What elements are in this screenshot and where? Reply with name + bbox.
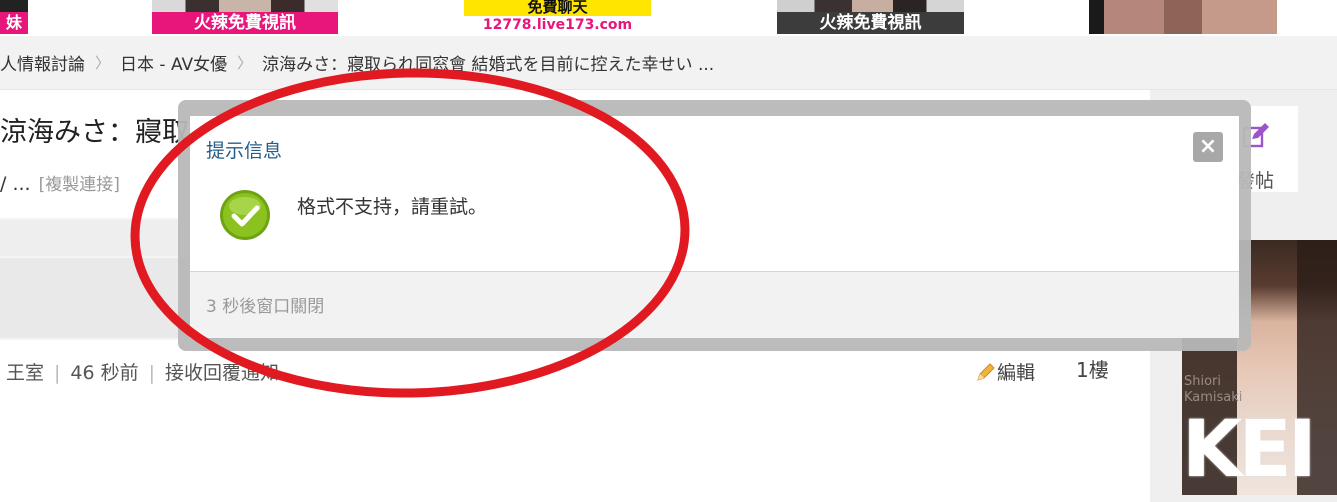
breadcrumb-item[interactable]: 涼海みさ：寢取られ同窓會 結婚式を目前に控えた幸せい ...: [262, 50, 714, 75]
dialog-title: 提示信息: [206, 140, 283, 162]
post-subtitle-text: / ...: [0, 173, 31, 195]
ad-model-name: Shiori Kamisaki: [1184, 374, 1242, 406]
banner-ad-url: 12778.live173.com: [464, 16, 651, 34]
top-banner: 妹 火辣免費視訊 免費聊天 12778.live173.com 火辣免費視訊: [0, 0, 1337, 36]
post-subtitle: / ... [複製連接]: [0, 170, 120, 195]
dialog-footer: 3 秒後窗口關閉: [190, 271, 1239, 338]
post-time: 46 秒前: [70, 362, 139, 384]
post-meta: 王室 | 46 秒前 | 接收回覆通知: [6, 358, 279, 385]
page-title: 涼海みさ：寢取: [0, 117, 189, 148]
breadcrumb: 人情報討論 〉 日本 - AV女優 〉 涼海みさ：寢取られ同窓會 結婚式を目前に…: [0, 36, 1337, 90]
banner-ad[interactable]: 妹: [0, 0, 28, 34]
breadcrumb-item[interactable]: 日本 - AV女優: [120, 50, 227, 75]
separator: |: [148, 362, 156, 384]
banner-ad-caption: 火辣免費視訊: [777, 12, 964, 34]
author-group[interactable]: 王室: [6, 362, 44, 384]
copy-link-button[interactable]: [複製連接]: [39, 175, 120, 195]
edit-label: 編輯: [997, 362, 1036, 384]
banner-ad-caption: 免費聊天: [464, 0, 651, 16]
message-dialog: 提示信息 × 格式不支持，請重試。 3 秒後窗口關閉: [190, 116, 1239, 338]
close-countdown: 3 秒後窗口關閉: [206, 297, 325, 317]
post-body: 王室 | 46 秒前 | 接收回覆通知 編輯 1樓: [0, 340, 1150, 502]
breadcrumb-item[interactable]: 人情報討論: [0, 50, 85, 75]
banner-ad[interactable]: 火辣免費視訊: [777, 0, 964, 34]
close-button[interactable]: ×: [1193, 132, 1223, 162]
banner-ad-caption: 妹: [0, 12, 28, 34]
edit-button[interactable]: 編輯: [975, 358, 1035, 385]
separator: |: [54, 362, 61, 384]
success-check-icon: [220, 190, 270, 240]
reply-notify-link[interactable]: 接收回覆通知: [165, 362, 279, 384]
banner-ad[interactable]: 火辣免費視訊: [152, 0, 338, 34]
ad-model-name-line: Shiori: [1184, 374, 1222, 389]
chevron-right-icon: 〉: [237, 54, 253, 72]
floor-number[interactable]: 1樓: [1076, 354, 1109, 383]
banner-ad[interactable]: 免費聊天 12778.live173.com: [464, 0, 651, 34]
pencil-icon: [977, 363, 995, 381]
ad-logo-text: KEI: [1182, 405, 1317, 495]
banner-ad-caption: 火辣免費視訊: [152, 12, 338, 34]
ad-model-name-line: Kamisaki: [1184, 390, 1243, 405]
banner-ad[interactable]: [1089, 0, 1277, 34]
dialog-message: 格式不支持，請重試。: [297, 196, 488, 218]
chevron-right-icon: 〉: [95, 54, 111, 72]
